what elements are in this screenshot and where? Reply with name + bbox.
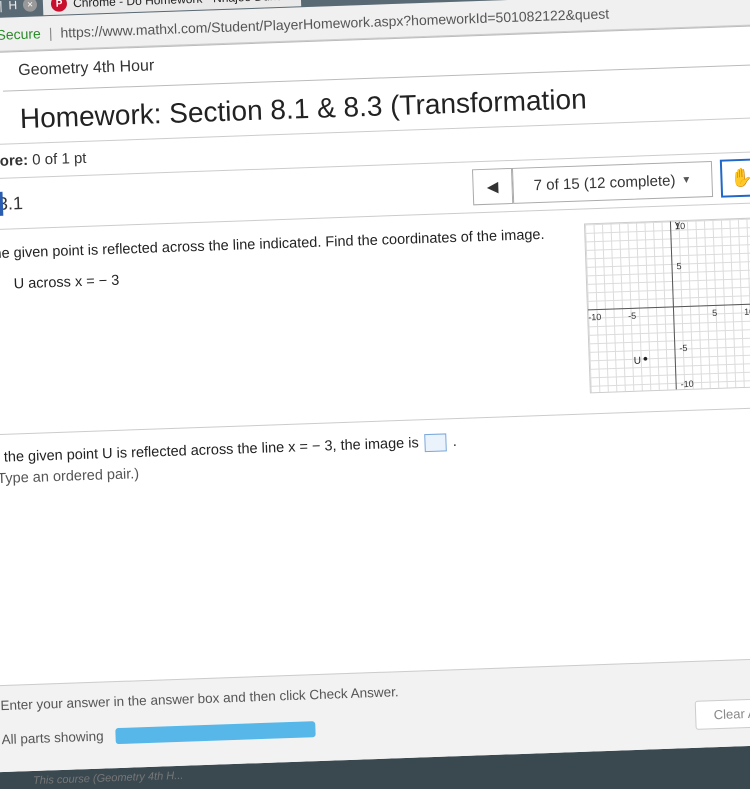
tick-x-10: 10 (744, 307, 750, 317)
chevron-down-icon: ▼ (681, 174, 691, 185)
tick-y-10: 10 (675, 221, 685, 231)
prev-question-button[interactable]: ◀ (472, 168, 513, 205)
bg-tab-fragment-2: H (8, 0, 17, 12)
tick-x-neg10: -10 (588, 312, 601, 322)
clear-all-button[interactable]: Clear All (694, 698, 750, 730)
tick-y-neg10: -10 (680, 379, 693, 389)
question-area: The given point is reflected across the … (0, 203, 750, 435)
coordinate-graph: y x 10 5 -5 -10 -10 -5 5 10 U 🔍+ 🔍 ⇱ (584, 217, 750, 403)
tick-x-5: 5 (712, 308, 717, 318)
homework-help-button[interactable]: ✋ (720, 158, 750, 197)
course-name: Geometry 4th Hour (18, 57, 155, 79)
secure-label: Secure (0, 25, 41, 43)
answer-input[interactable] (424, 433, 447, 452)
answer-prompt-suffix: . (452, 434, 457, 450)
site-favicon-icon: P (51, 0, 68, 12)
url-separator: | (48, 24, 52, 40)
tick-x-neg5: -5 (628, 311, 636, 321)
tick-y-neg5: -5 (679, 343, 687, 353)
hand-pointer-icon: ✋ (730, 167, 750, 189)
close-tab-icon[interactable]: × (23, 0, 37, 12)
point-u: U (633, 350, 648, 366)
problem-id: 8.3.1 (0, 177, 473, 215)
x-axis (588, 304, 750, 311)
footer-zone: Enter your answer in the answer box and … (0, 657, 750, 773)
score-value: 0 of 1 pt (32, 150, 87, 169)
score-label: Score: (0, 152, 28, 171)
question-progress-dropdown[interactable]: 7 of 15 (12 complete) ▼ (512, 161, 713, 204)
parts-showing-label: All parts showing (1, 729, 104, 748)
tick-y-5: 5 (676, 261, 681, 271)
page-content: lat Geometry 4th Hour Homework: Section … (0, 25, 750, 773)
tab-separator: | (0, 0, 3, 13)
course-footer-strip: This course (Geometry 4th H... (33, 770, 184, 787)
progress-text: 7 of 15 (12 complete) (533, 172, 675, 194)
chevron-left-icon: ◀ (487, 177, 499, 195)
parts-progress-bar (115, 721, 315, 744)
